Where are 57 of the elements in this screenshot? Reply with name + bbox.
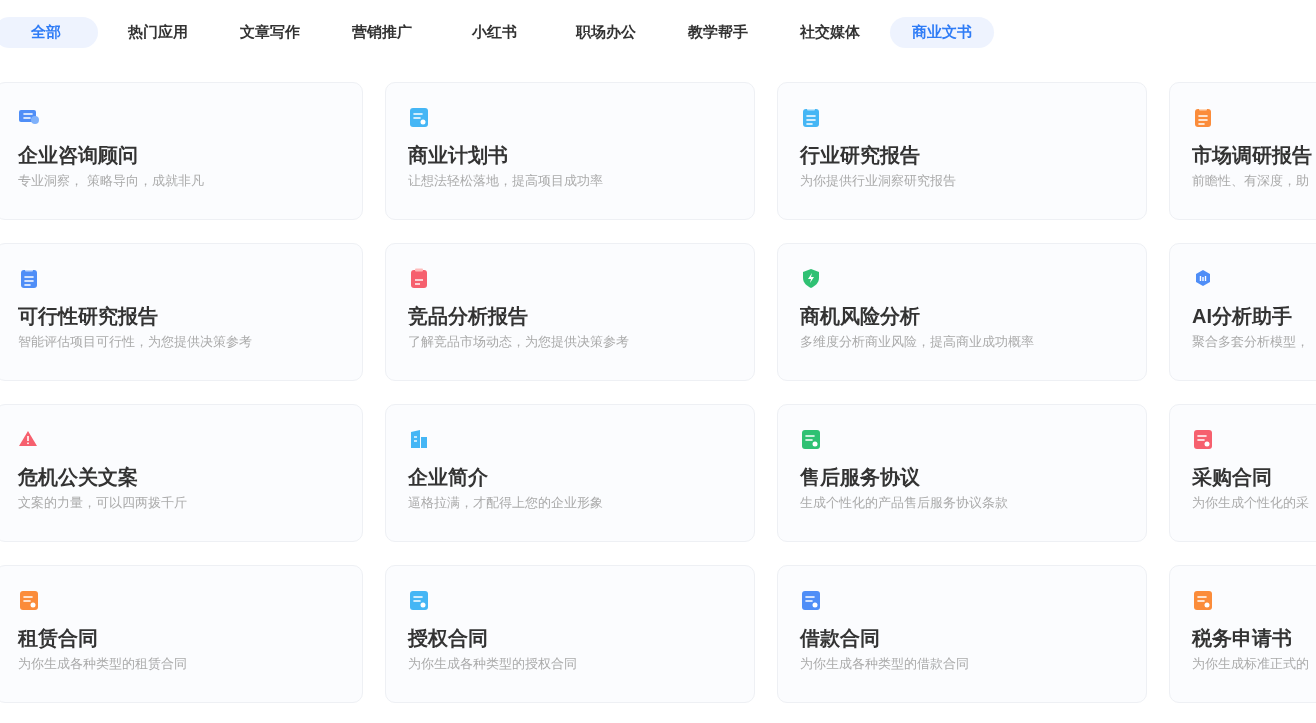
card-description: 生成个性化的产品售后服务协议条款	[800, 494, 1008, 512]
card-title: 市场调研报告	[1192, 143, 1312, 168]
app-card[interactable]: 税务申请书 为你生成标准正式的	[1169, 565, 1316, 703]
card-description: 智能评估项目可行性，为您提供决策参考	[18, 333, 252, 351]
app-card[interactable]: 借款合同 为你生成各种类型的借款合同	[777, 565, 1147, 703]
card-title: 企业咨询顾问	[18, 143, 138, 168]
app-card[interactable]: 危机公关文案 文案的力量，可以四两拨千斤	[0, 404, 363, 542]
card-description: 了解竞品市场动态，为您提供决策参考	[408, 333, 629, 351]
category-tab[interactable]: 小红书	[442, 17, 546, 48]
card-title: 商机风险分析	[800, 304, 920, 329]
app-card[interactable]: 租赁合同 为你生成各种类型的租赁合同	[0, 565, 363, 703]
card-title: 商业计划书	[408, 143, 508, 168]
category-tab[interactable]: 职场办公	[554, 17, 658, 48]
category-tab[interactable]: 文章写作	[218, 17, 322, 48]
card-description: 专业洞察， 策略导向，成就非凡	[18, 172, 204, 190]
app-card[interactable]: 商业计划书 让想法轻松落地，提高项目成功率	[385, 82, 755, 220]
card-description: 逼格拉满，才配得上您的企业形象	[408, 494, 603, 512]
card-description: 聚合多套分析模型，	[1192, 333, 1309, 351]
card-title: 采购合同	[1192, 465, 1272, 490]
card-title: AI分析助手	[1192, 304, 1292, 329]
card-description: 前瞻性、有深度，助	[1192, 172, 1309, 190]
card-title: 税务申请书	[1192, 626, 1292, 651]
category-tab[interactable]: 营销推广	[330, 17, 434, 48]
app-card[interactable]: 市场调研报告 前瞻性、有深度，助	[1169, 82, 1316, 220]
app-card[interactable]: 授权合同 为你生成各种类型的授权合同	[385, 565, 755, 703]
app-card[interactable]: 企业简介 逼格拉满，才配得上您的企业形象	[385, 404, 755, 542]
card-description: 为你生成各种类型的授权合同	[408, 655, 577, 673]
app-card[interactable]: 采购合同 为你生成个性化的采	[1169, 404, 1316, 542]
card-title: 授权合同	[408, 626, 488, 651]
card-description: 多维度分析商业风险，提高商业成功概率	[800, 333, 1034, 351]
card-description: 为你提供行业洞察研究报告	[800, 172, 956, 190]
card-description: 文案的力量，可以四两拨千斤	[18, 494, 187, 512]
card-title: 行业研究报告	[800, 143, 920, 168]
app-card[interactable]: 行业研究报告 为你提供行业洞察研究报告	[777, 82, 1147, 220]
app-card[interactable]: 企业咨询顾问 专业洞察， 策略导向，成就非凡	[0, 82, 363, 220]
category-tab[interactable]: 全部	[0, 17, 98, 48]
card-title: 借款合同	[800, 626, 880, 651]
app-card[interactable]: 竞品分析报告 了解竞品市场动态，为您提供决策参考	[385, 243, 755, 381]
card-title: 可行性研究报告	[18, 304, 158, 329]
card-description: 让想法轻松落地，提高项目成功率	[408, 172, 603, 190]
category-tab[interactable]: 教学帮手	[666, 17, 770, 48]
card-description: 为你生成个性化的采	[1192, 494, 1309, 512]
card-description: 为你生成各种类型的租赁合同	[18, 655, 187, 673]
card-title: 租赁合同	[18, 626, 98, 651]
category-tab[interactable]: 热门应用	[106, 17, 210, 48]
card-title: 危机公关文案	[18, 465, 138, 490]
card-title: 售后服务协议	[800, 465, 920, 490]
card-description: 为你生成各种类型的借款合同	[800, 655, 969, 673]
card-description: 为你生成标准正式的	[1192, 655, 1309, 673]
app-card[interactable]: 商机风险分析 多维度分析商业风险，提高商业成功概率	[777, 243, 1147, 381]
category-tab[interactable]: 商业文书	[890, 17, 994, 48]
app-card[interactable]: 可行性研究报告 智能评估项目可行性，为您提供决策参考	[0, 243, 363, 381]
category-tab[interactable]: 社交媒体	[778, 17, 882, 48]
app-card[interactable]: 售后服务协议 生成个性化的产品售后服务协议条款	[777, 404, 1147, 542]
app-card[interactable]: AI分析助手 聚合多套分析模型，	[1169, 243, 1316, 381]
card-title: 企业简介	[408, 465, 488, 490]
card-title: 竞品分析报告	[408, 304, 528, 329]
